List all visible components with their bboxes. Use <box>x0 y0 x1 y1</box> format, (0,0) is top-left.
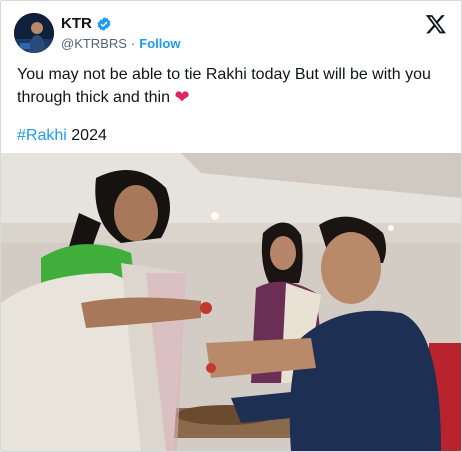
hashtag-row: #Rakhi 2024 <box>17 127 107 145</box>
author-name-row: KTR <box>61 15 112 32</box>
tweet-photo[interactable] <box>1 153 461 451</box>
separator-dot: · <box>130 36 136 51</box>
author-handle[interactable]: @KTRBRS <box>61 36 127 51</box>
follow-button[interactable]: Follow <box>139 36 180 51</box>
heart-emoji-icon: ❤ <box>174 87 190 107</box>
author-handle-row: @KTRBRS · Follow <box>61 36 180 51</box>
tweet-body: You may not be able to tie Rakhi today B… <box>17 66 431 106</box>
x-logo-icon[interactable] <box>425 13 447 35</box>
verified-badge-icon <box>97 16 111 31</box>
tweet-card: KTR @KTRBRS · Follow You may not be able… <box>0 0 462 452</box>
author-name[interactable]: KTR <box>61 15 92 32</box>
tweet-text: You may not be able to tie Rakhi today B… <box>17 64 437 109</box>
hashtag-link[interactable]: #Rakhi <box>17 127 67 144</box>
author-avatar[interactable] <box>14 13 54 53</box>
hashtag-suffix: 2024 <box>71 127 107 144</box>
